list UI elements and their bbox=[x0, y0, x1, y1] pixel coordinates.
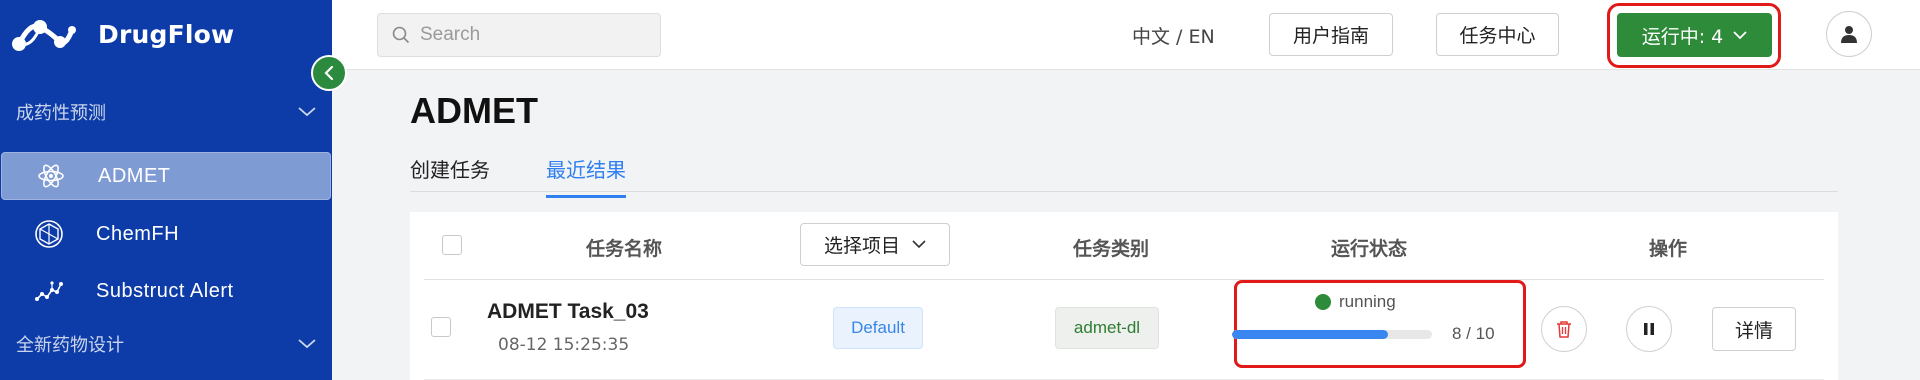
task-name[interactable]: ADMET Task_03 bbox=[487, 300, 649, 324]
atom-icon bbox=[36, 161, 66, 191]
running-tasks-label: 运行中: 4 bbox=[1641, 25, 1724, 48]
trash-icon bbox=[1557, 321, 1571, 338]
col-header-actions: 操作 bbox=[1649, 238, 1688, 260]
table-row: ADMET Task_03 08-12 15:25:35 Default adm… bbox=[410, 280, 1838, 380]
task-type-tag: admet-dl bbox=[1055, 307, 1159, 349]
tab-recent-results[interactable]: 最近结果 bbox=[546, 154, 626, 198]
delete-button[interactable] bbox=[1541, 306, 1587, 352]
running-dot-icon bbox=[1315, 294, 1331, 310]
table-header: 任务名称 选择项目 任务类别 运行状态 操作 bbox=[410, 212, 1838, 280]
user-icon bbox=[1841, 26, 1857, 43]
project-select-dropdown[interactable]: 选择项目 bbox=[800, 223, 950, 266]
running-tasks-dropdown[interactable]: 运行中: 4 bbox=[1617, 13, 1772, 57]
sidebar-item-chemfh[interactable]: ChemFH bbox=[0, 210, 332, 258]
nav-group-de-novo-design[interactable]: 全新药物设计 bbox=[16, 328, 316, 360]
chevron-down-icon bbox=[1733, 30, 1747, 39]
row-checkbox[interactable] bbox=[431, 317, 451, 337]
progress-bar-fill bbox=[1232, 330, 1388, 339]
project-select-label: 选择项目 bbox=[823, 235, 900, 257]
page-title: ADMET bbox=[410, 90, 538, 131]
drugflow-logo-icon bbox=[12, 20, 76, 51]
search-icon bbox=[392, 26, 410, 44]
chevron-down-icon bbox=[298, 107, 316, 117]
select-all-checkbox[interactable] bbox=[442, 235, 462, 255]
col-header-type: 任务类别 bbox=[1073, 238, 1150, 260]
app-name: DrugFlow bbox=[98, 19, 235, 49]
sidebar-collapse-button[interactable] bbox=[311, 55, 347, 91]
sidebar-item-label: ADMET bbox=[98, 164, 171, 187]
user-guide-button[interactable]: 用户指南 bbox=[1269, 13, 1393, 56]
sidebar-item-label: ChemFH bbox=[96, 222, 180, 245]
col-header-name: 任务名称 bbox=[586, 238, 663, 260]
sidebar: DrugFlow 成药性预测 ADMET ChemFH Substruct Al… bbox=[0, 0, 332, 380]
results-table: 任务名称 选择项目 任务类别 运行状态 操作 ADMET Task_03 08-… bbox=[410, 212, 1838, 380]
progress-text: 8 / 10 bbox=[1452, 324, 1495, 343]
progress-bar bbox=[1232, 330, 1432, 339]
search-box[interactable] bbox=[377, 13, 661, 57]
sidebar-item-admet[interactable]: ADMET bbox=[1, 152, 331, 200]
top-bar: 中文 / EN 用户指南 任务中心 运行中: 4 bbox=[332, 0, 1920, 70]
molecule-icon bbox=[34, 276, 64, 306]
task-time: 08-12 15:25:35 bbox=[498, 335, 630, 355]
user-avatar[interactable] bbox=[1826, 11, 1872, 57]
details-button[interactable]: 详情 bbox=[1712, 307, 1796, 351]
status-text: running bbox=[1339, 292, 1396, 311]
search-input[interactable] bbox=[420, 24, 640, 46]
nav-group-label: 成药性预测 bbox=[16, 103, 106, 123]
sidebar-item-label: Substruct Alert bbox=[96, 279, 234, 302]
sidebar-item-substruct-alert[interactable]: Substruct Alert bbox=[0, 267, 332, 315]
chevron-down-icon bbox=[912, 240, 926, 249]
tab-bar: 创建任务 最近结果 bbox=[410, 150, 1838, 198]
pause-icon bbox=[1644, 323, 1654, 335]
project-tag: Default bbox=[833, 307, 923, 349]
chevron-left-icon bbox=[324, 65, 334, 81]
language-switch[interactable]: 中文 / EN bbox=[1132, 22, 1215, 49]
nav-group-label: 全新药物设计 bbox=[16, 335, 124, 355]
tab-create-task[interactable]: 创建任务 bbox=[410, 154, 490, 195]
status-indicator: running bbox=[1315, 292, 1396, 312]
chevron-down-icon bbox=[298, 339, 316, 349]
nav-group-druggability[interactable]: 成药性预测 bbox=[16, 96, 316, 128]
app-logo[interactable]: DrugFlow bbox=[10, 14, 234, 54]
hexagon-icon bbox=[34, 219, 64, 249]
pause-button[interactable] bbox=[1626, 306, 1672, 352]
col-header-status: 运行状态 bbox=[1331, 238, 1408, 260]
task-center-button[interactable]: 任务中心 bbox=[1436, 13, 1559, 56]
